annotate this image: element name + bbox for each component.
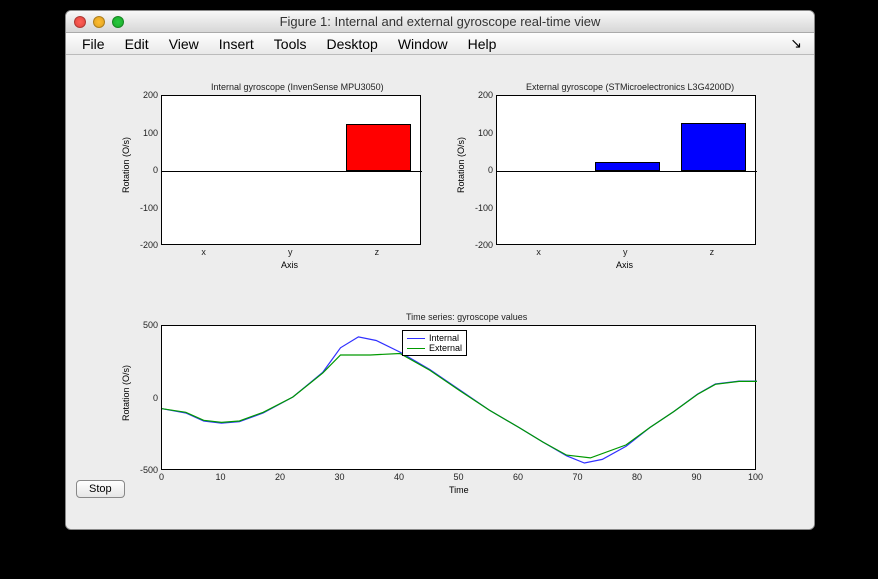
axes-title: External gyroscope (STMicroelectronics L… [526, 82, 734, 92]
bar [346, 124, 411, 171]
menubar: File Edit View Insert Tools Desktop Wind… [66, 33, 814, 55]
x-tick-label: z [375, 247, 380, 257]
y-tick-label: -500 [133, 465, 158, 475]
y-axis-label: Rotation (O/s) [121, 137, 131, 193]
stop-button[interactable]: Stop [76, 480, 125, 498]
x-tick-label: y [288, 247, 293, 257]
legend[interactable]: Internal External [402, 330, 467, 356]
y-axis-label: Rotation (O/s) [121, 365, 131, 421]
menu-help[interactable]: Help [458, 34, 507, 54]
x-axis-label: Axis [616, 260, 633, 270]
x-axis-label: Time [449, 485, 469, 495]
y-tick-label: 0 [133, 165, 158, 175]
x-tick-label: 30 [335, 472, 345, 482]
figure-area: Internal gyroscope (InvenSense MPU3050) … [66, 55, 814, 529]
x-tick-label: 50 [454, 472, 464, 482]
x-tick-label: x [201, 247, 206, 257]
legend-label: External [429, 343, 462, 353]
toolbar-corner-icon[interactable]: ↘ [790, 35, 808, 52]
y-tick-label: 0 [468, 165, 493, 175]
x-tick-label: 90 [692, 472, 702, 482]
y-tick-label: 200 [133, 90, 158, 100]
y-tick-label: -100 [468, 203, 493, 213]
menu-window[interactable]: Window [388, 34, 458, 54]
series-line [162, 354, 757, 458]
menu-tools[interactable]: Tools [264, 34, 317, 54]
legend-item-external: External [407, 343, 462, 353]
menu-desktop[interactable]: Desktop [316, 34, 387, 54]
x-axis-label: Axis [281, 260, 298, 270]
legend-swatch [407, 338, 425, 339]
titlebar: Figure 1: Internal and external gyroscop… [66, 11, 814, 33]
y-tick-label: 100 [468, 128, 493, 138]
x-tick-label: 40 [394, 472, 404, 482]
x-tick-label: 80 [632, 472, 642, 482]
x-tick-label: z [710, 247, 715, 257]
axes-external-bar [496, 95, 756, 245]
y-tick-label: 500 [133, 320, 158, 330]
axes-title: Internal gyroscope (InvenSense MPU3050) [211, 82, 384, 92]
window-controls [74, 16, 124, 28]
x-tick-label: 0 [159, 472, 164, 482]
zoom-icon[interactable] [112, 16, 124, 28]
y-tick-label: 0 [133, 393, 158, 403]
y-tick-label: 200 [468, 90, 493, 100]
menu-insert[interactable]: Insert [209, 34, 264, 54]
legend-label: Internal [429, 333, 459, 343]
y-tick-label: -100 [133, 203, 158, 213]
close-icon[interactable] [74, 16, 86, 28]
x-tick-label: 100 [748, 472, 763, 482]
bar [595, 162, 660, 171]
y-tick-label: -200 [468, 240, 493, 250]
x-tick-label: 60 [513, 472, 523, 482]
menu-file[interactable]: File [72, 34, 115, 54]
legend-swatch [407, 348, 425, 349]
x-tick-label: 70 [573, 472, 583, 482]
y-tick-label: -200 [133, 240, 158, 250]
y-axis-label: Rotation (O/s) [456, 137, 466, 193]
bar [681, 123, 746, 171]
axes-title: Time series: gyroscope values [406, 312, 527, 322]
x-tick-label: y [623, 247, 628, 257]
x-tick-label: 10 [216, 472, 226, 482]
legend-item-internal: Internal [407, 333, 462, 343]
window-title: Figure 1: Internal and external gyroscop… [66, 14, 814, 29]
zero-line [162, 171, 422, 172]
axes-timeseries: Internal External [161, 325, 756, 470]
x-tick-label: 20 [275, 472, 285, 482]
menu-view[interactable]: View [159, 34, 209, 54]
menu-edit[interactable]: Edit [115, 34, 159, 54]
minimize-icon[interactable] [93, 16, 105, 28]
figure-window: Figure 1: Internal and external gyroscop… [65, 10, 815, 530]
axes-internal-bar [161, 95, 421, 245]
y-tick-label: 100 [133, 128, 158, 138]
x-tick-label: x [536, 247, 541, 257]
zero-line [497, 171, 757, 172]
